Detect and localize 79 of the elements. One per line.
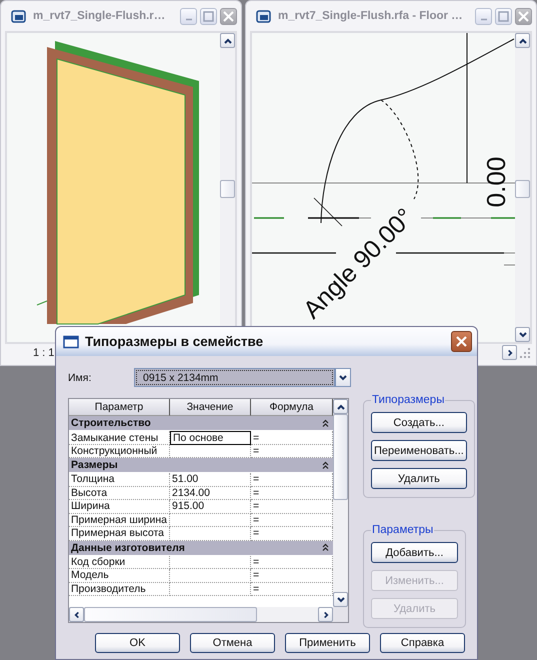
close-icon [455, 335, 468, 348]
table-cell: Ширина [69, 500, 170, 514]
minimize-button[interactable] [180, 8, 197, 24]
chevron-right-icon [322, 610, 328, 618]
close-button[interactable] [451, 331, 472, 352]
scroll-thumb[interactable] [84, 607, 257, 622]
group-label: Типоразмеры [371, 394, 446, 406]
maximize-icon [498, 10, 509, 22]
scroll-up-button[interactable] [515, 33, 530, 48]
dialog-button[interactable]: Справка [380, 633, 465, 653]
scrollbar-corner [333, 607, 348, 622]
dialog-button[interactable]: Применить [285, 633, 370, 653]
window-title: m_rvt7_Single-Flush.rfa - Floor … [278, 10, 464, 22]
window-title: m_rvt7_Single-Flush.r… [33, 10, 166, 22]
scroll-thumb[interactable] [333, 414, 348, 500]
group-title: Строительство [71, 417, 152, 429]
scroll-thumb[interactable] [515, 180, 530, 198]
scroll-right-button[interactable] [318, 607, 333, 622]
minimize-icon [480, 18, 488, 20]
table-cell: Толщина [69, 473, 170, 486]
collapse-icon[interactable] [322, 543, 329, 552]
window-icon [63, 334, 79, 348]
chevron-up-icon [224, 38, 232, 44]
group-title: Данные изготовителя [71, 542, 186, 554]
dialog-button[interactable]: Переименовать... [371, 440, 467, 461]
chevron-up-icon [518, 38, 526, 44]
dialog-button[interactable]: OK [95, 633, 180, 653]
dialog-button[interactable]: Создать... [371, 412, 467, 433]
scroll-up-button[interactable] [333, 399, 348, 414]
dimension-label: 0.00 [481, 156, 511, 208]
name-label: Имя: [68, 372, 92, 384]
scroll-up-button[interactable] [220, 33, 235, 48]
dialog-title: Типоразмеры в семействе [85, 334, 264, 349]
window-icon [11, 9, 27, 23]
scroll-down-button[interactable] [333, 592, 348, 607]
scroll-right-button[interactable] [502, 345, 517, 360]
group-header[interactable]: Размеры [69, 458, 333, 473]
vertical-scrollbar[interactable] [333, 399, 348, 607]
dialog-button[interactable]: Добавить... [371, 542, 458, 563]
group-title: Размеры [71, 459, 119, 471]
dropdown-button[interactable] [335, 368, 351, 387]
table-cell: Высота [69, 486, 170, 500]
resize-grip-icon[interactable] [517, 345, 532, 360]
collapse-icon[interactable] [322, 418, 329, 428]
scale-label: 1 : 1 [33, 346, 54, 358]
maximize-button[interactable] [200, 8, 217, 24]
chevron-up-icon [336, 404, 344, 410]
dialog-button[interactable]: Отмена [190, 633, 275, 653]
chevron-down-icon [518, 332, 526, 338]
table-cell: 915.00 [170, 500, 251, 514]
window-icon [256, 9, 272, 23]
horizontal-scrollbar[interactable] [69, 607, 348, 622]
table-cell: Модель [69, 569, 170, 582]
table-cell: Примерная ширина [69, 514, 170, 527]
dialog-button[interactable]: Удалить [371, 468, 467, 489]
chevron-down-icon [336, 596, 344, 602]
group-label: Параметры [371, 524, 434, 536]
scroll-thumb[interactable] [220, 180, 235, 198]
scroll-left-button[interactable] [69, 607, 84, 622]
table-cell: 2134.00 [170, 486, 251, 500]
close-icon [223, 10, 234, 22]
chevron-left-icon [74, 610, 80, 618]
minimize-icon [184, 18, 192, 20]
table-cell: 51.00 [170, 473, 251, 486]
table-cell: Производитель [69, 582, 170, 596]
table-cell: Код сборки [69, 556, 170, 569]
maximize-button[interactable] [495, 8, 512, 24]
minimize-button[interactable] [475, 8, 492, 24]
chevron-right-icon [506, 348, 512, 356]
chevron-down-icon [339, 374, 347, 380]
group-header[interactable]: Строительство [69, 416, 333, 431]
scroll-down-button[interactable] [515, 327, 530, 342]
vertical-scrollbar[interactable] [515, 33, 530, 342]
value-input-field[interactable]: По основе [170, 431, 251, 445]
collapse-icon[interactable] [322, 460, 329, 470]
type-name-dropdown[interactable]: 0915 x 2134mm [134, 368, 335, 387]
group-header[interactable]: Данные изготовителя [69, 540, 333, 556]
close-icon [518, 10, 529, 22]
maximize-icon [203, 10, 214, 22]
